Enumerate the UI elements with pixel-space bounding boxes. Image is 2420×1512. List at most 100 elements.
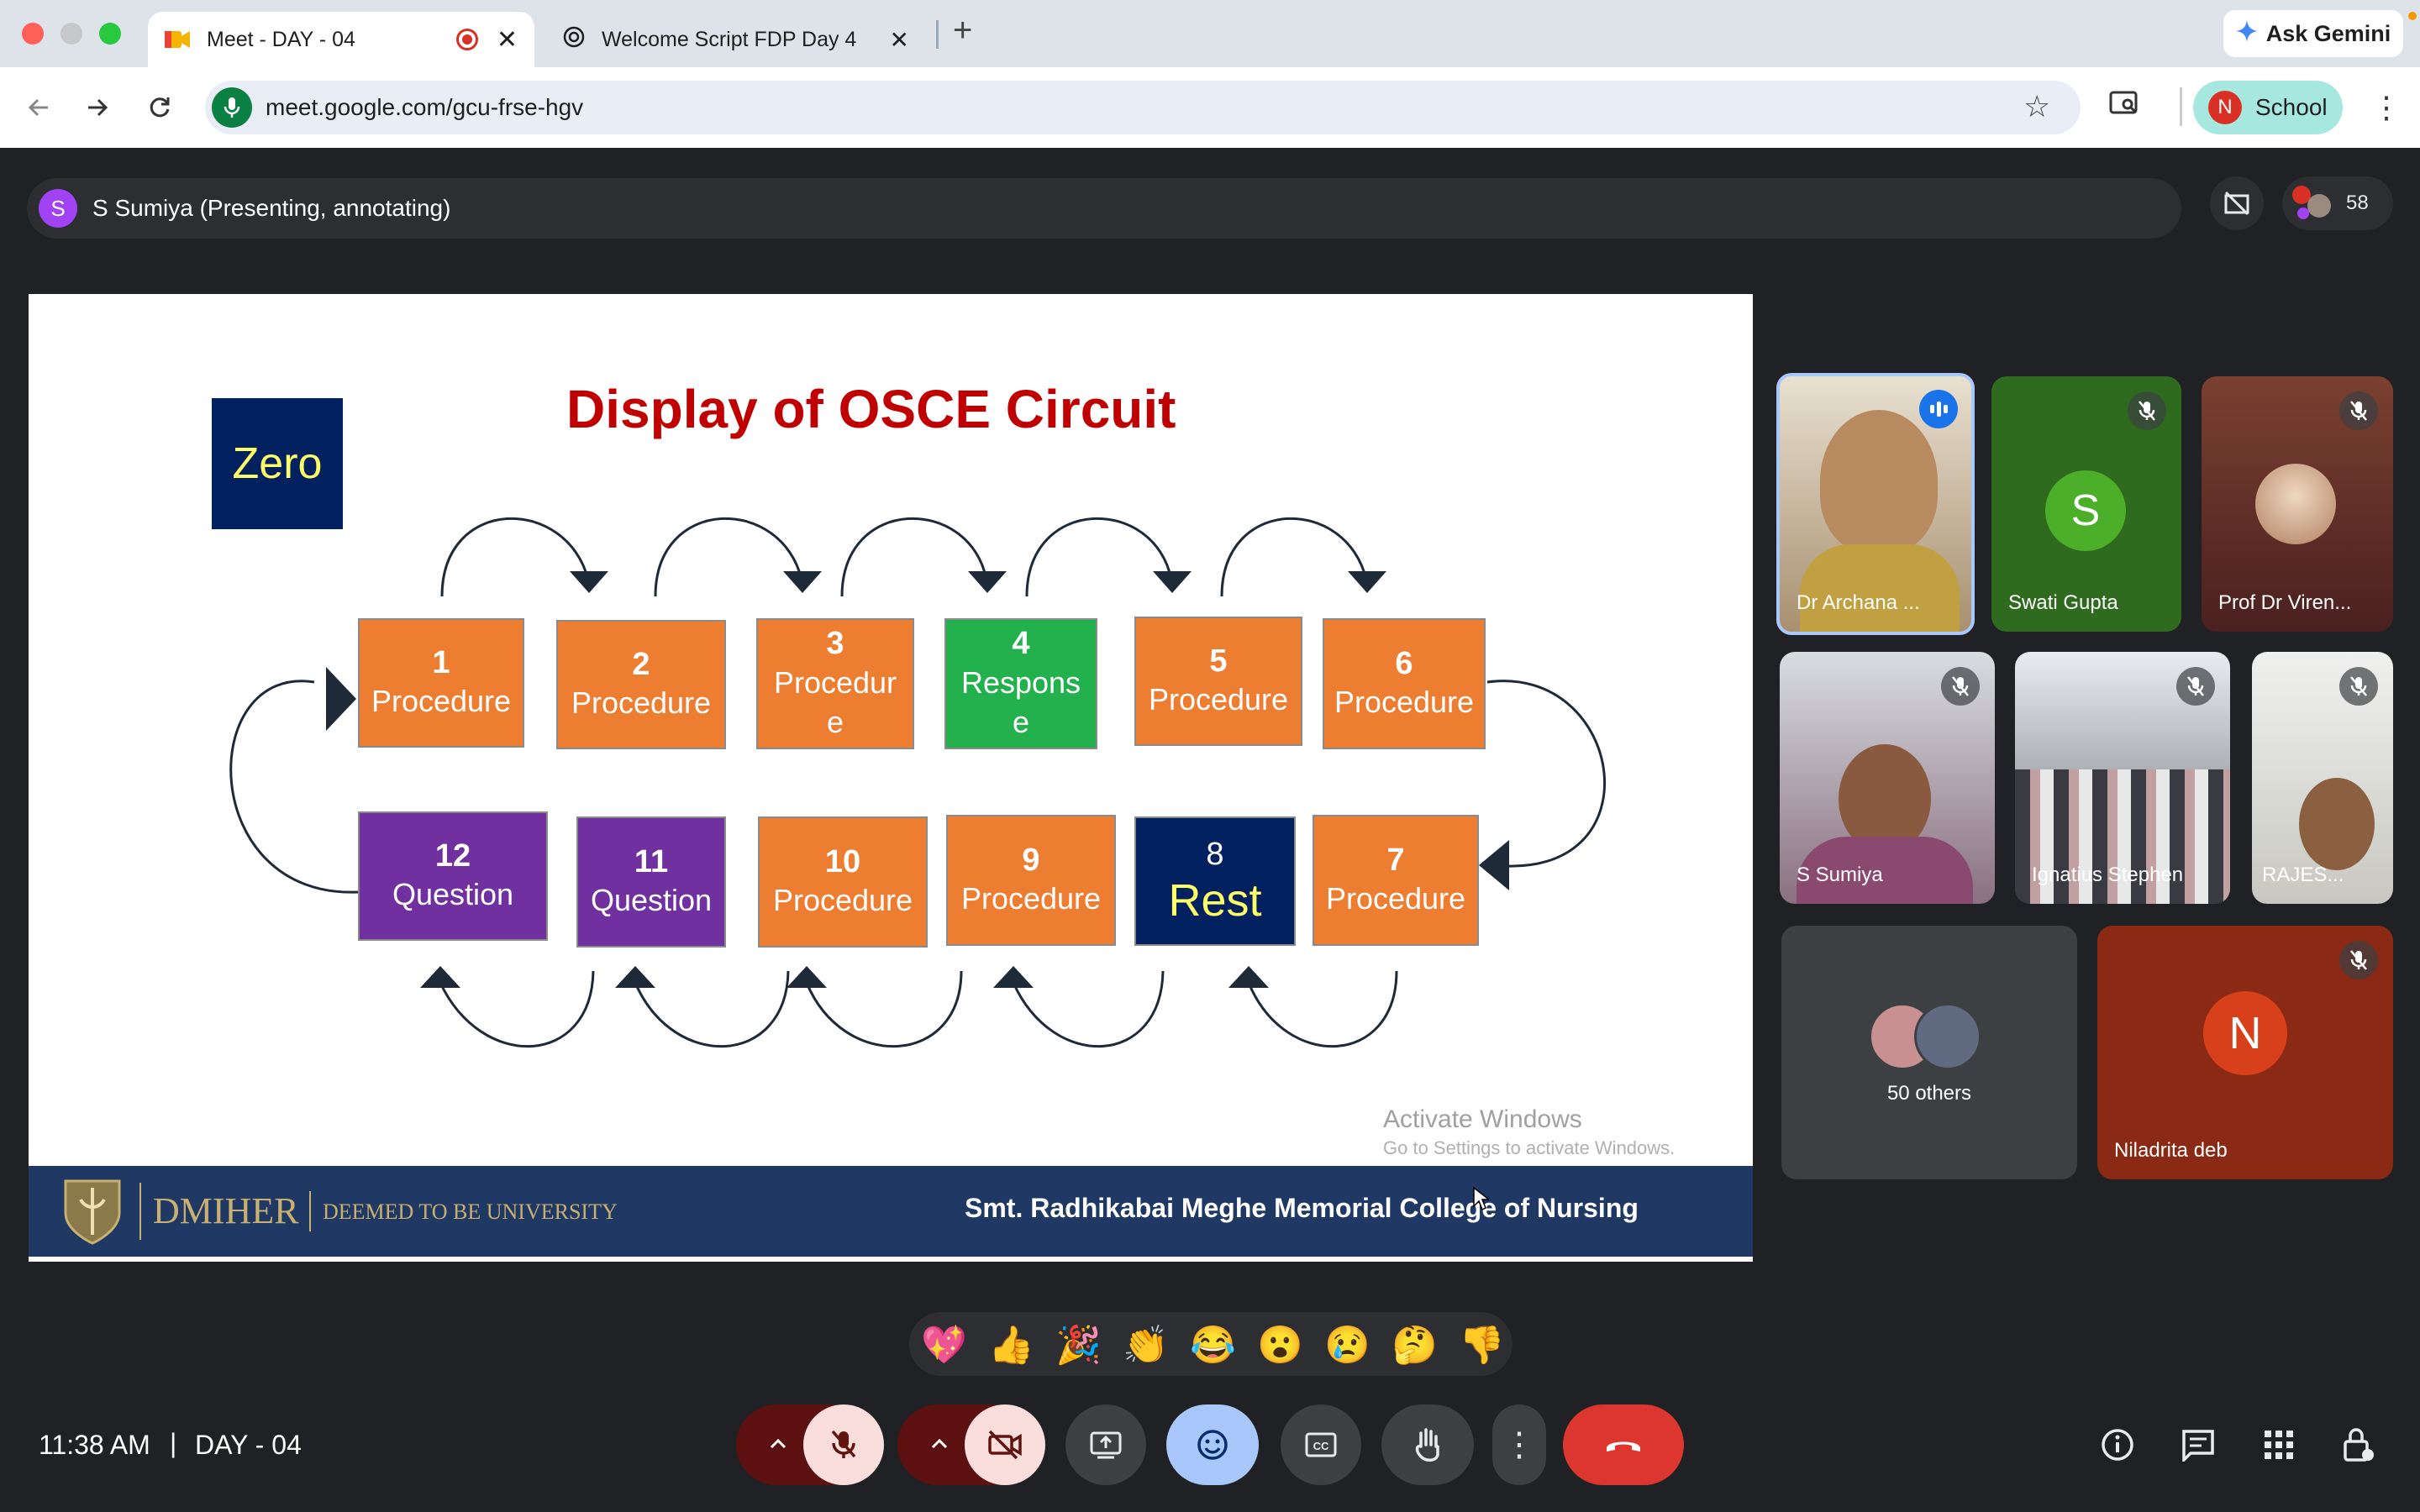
station-4: 4 Respons e <box>944 618 1097 749</box>
reactions-button[interactable] <box>1166 1404 1259 1485</box>
window-minimize-button[interactable] <box>60 23 82 45</box>
station-number: 6 <box>1395 645 1413 681</box>
hide-tiles-icon <box>2224 191 2249 216</box>
station-label: Procedure <box>960 881 1102 916</box>
participant-tile-rajes[interactable]: RAJES... <box>2252 652 2393 904</box>
activities-icon[interactable] <box>2257 1423 2301 1467</box>
footer-divider <box>139 1183 141 1240</box>
participant-tile-niladrita[interactable]: N Niladrita deb <box>2097 926 2393 1179</box>
participants-button[interactable]: 58 <box>2282 176 2393 230</box>
browser-tab-bar: Meet - DAY - 04 ✕ Welcome Script FDP Day… <box>0 0 2420 67</box>
profile-label: School <box>2255 94 2328 120</box>
chat-icon[interactable] <box>2176 1423 2220 1467</box>
reaction-sad[interactable]: 😢 <box>1324 1327 1370 1364</box>
chatgpt-favicon-icon <box>563 26 585 54</box>
tab-search-icon[interactable] <box>2109 91 2139 120</box>
station-label: Question <box>392 877 514 912</box>
tab-welcome-script[interactable]: Welcome Script FDP Day 4 ✕ <box>546 12 926 67</box>
reload-icon[interactable] <box>139 87 180 128</box>
captions-button[interactable]: CC <box>1281 1404 1361 1485</box>
station-number: 8 <box>1206 837 1224 873</box>
participant-tile-archana[interactable]: Dr Archana ... <box>1776 373 1975 635</box>
recording-icon <box>455 29 478 50</box>
address-bar[interactable]: meet.google.com/gcu-frse-hgv ☆ <box>205 81 2081 134</box>
participant-avatars-icon <box>2292 182 2334 224</box>
mic-off-icon <box>2128 391 2166 430</box>
hide-tiles-button[interactable] <box>2210 176 2264 230</box>
reaction-thinking[interactable]: 🤔 <box>1392 1327 1438 1364</box>
reaction-thumbs-down[interactable]: 👎 <box>1459 1327 1505 1364</box>
window-close-button[interactable] <box>22 23 44 45</box>
footer-college: Smt. Radhikabai Meghe Memorial College o… <box>965 1193 1639 1223</box>
reaction-sparkle-heart[interactable]: 💖 <box>921 1327 967 1364</box>
station-label: Procedure <box>571 685 712 721</box>
station-label: Procedure <box>371 684 512 719</box>
gemini-sparkle-icon <box>2235 19 2258 48</box>
more-options-button[interactable]: ⋮ <box>1492 1404 1546 1485</box>
station-label: Procedur <box>773 665 897 700</box>
chevron-up-icon <box>930 1437 949 1453</box>
reaction-laugh[interactable]: 😂 <box>1190 1327 1236 1364</box>
participant-name: RAJES... <box>2262 864 2344 886</box>
meeting-details-icon[interactable] <box>2096 1423 2139 1467</box>
station-9: 9 Procedure <box>946 815 1116 946</box>
tab-meet[interactable]: Meet - DAY - 04 ✕ <box>148 12 534 67</box>
url-text[interactable]: meet.google.com/gcu-frse-hgv <box>266 94 583 121</box>
station-label: Respons <box>960 665 1081 700</box>
participant-tile-ignatius[interactable]: Ignatius Stephen <box>2015 652 2230 904</box>
station-label: Procedure <box>1325 881 1466 916</box>
tab-close-icon[interactable]: ✕ <box>890 26 909 54</box>
participant-tile-others[interactable]: 50 others <box>1781 926 2077 1179</box>
window-maximize-button[interactable] <box>99 23 121 45</box>
chevron-up-icon <box>769 1437 787 1453</box>
participant-name: Prof Dr Viren... <box>2218 591 2352 614</box>
participant-tile-swati[interactable]: S Swati Gupta <box>1991 376 2181 632</box>
bookmark-star-icon[interactable]: ☆ <box>2023 89 2050 124</box>
reaction-surprised[interactable]: 😮 <box>1257 1327 1303 1364</box>
leave-call-button[interactable] <box>1563 1404 1684 1485</box>
tab-title: Meet - DAY - 04 <box>207 27 355 51</box>
mic-off-icon <box>831 1430 856 1458</box>
station-2: 2 Procedure <box>556 620 726 749</box>
microphone-site-icon[interactable] <box>212 87 252 128</box>
station-number: 10 <box>824 843 861 879</box>
raise-hand-button[interactable] <box>1381 1404 1474 1485</box>
tab-title: Welcome Script FDP Day 4 <box>602 27 857 51</box>
meeting-separator: | <box>170 1428 177 1458</box>
footer-divider <box>309 1191 311 1231</box>
tab-close-icon[interactable]: ✕ <box>497 25 518 55</box>
forward-arrow-icon[interactable] <box>77 87 118 128</box>
host-controls-icon[interactable] <box>2336 1423 2380 1467</box>
mic-off-icon <box>2339 941 2378 979</box>
reaction-thumbs-up[interactable]: 👍 <box>988 1327 1034 1364</box>
microphone-toggle-button[interactable] <box>803 1404 884 1485</box>
station-label: Procedure <box>772 883 913 918</box>
back-arrow-icon[interactable] <box>18 87 59 128</box>
hang-up-icon <box>1607 1441 1640 1452</box>
participant-video <box>1820 410 1938 553</box>
reaction-party[interactable]: 🎉 <box>1055 1327 1102 1364</box>
station-5: 5 Procedure <box>1134 617 1302 746</box>
station-10: 10 Procedure <box>758 816 928 948</box>
station-number: 11 <box>634 843 669 879</box>
station-label: Procedure <box>1148 682 1289 717</box>
new-tab-icon[interactable]: + <box>953 12 972 50</box>
participant-name: Dr Archana ... <box>1797 591 1920 614</box>
notification-dot <box>2408 12 2417 20</box>
participant-tile-sumiya[interactable]: S Sumiya <box>1780 652 1995 904</box>
profile-button[interactable]: N School <box>2193 81 2343 134</box>
browser-menu-icon[interactable]: ⋮ <box>2371 87 2402 128</box>
station-8: 8 Rest <box>1134 816 1296 946</box>
speaking-indicator-icon <box>1919 390 1958 428</box>
station-7: 7 Procedure <box>1313 815 1479 946</box>
reaction-clap[interactable]: 👏 <box>1123 1327 1169 1364</box>
ask-gemini-button[interactable]: Ask Gemini <box>2223 10 2403 57</box>
presentation-slide: Zero Display of OSCE Circuit 1 Procedure… <box>29 294 1753 1262</box>
station-label-cont: e <box>1012 704 1030 739</box>
footer-org: DMIHER <box>153 1190 299 1231</box>
participant-tile-viren[interactable]: Prof Dr Viren... <box>2202 376 2393 632</box>
station-11: 11 Question <box>576 816 726 948</box>
camera-toggle-button[interactable] <box>965 1404 1045 1485</box>
present-screen-button[interactable] <box>1065 1404 1146 1485</box>
presenter-bar: S S Sumiya (Presenting, annotating) <box>27 178 2181 239</box>
